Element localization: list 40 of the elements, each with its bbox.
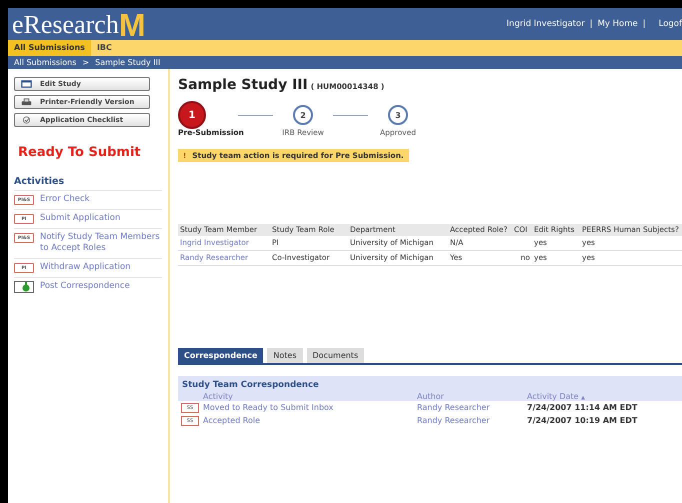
section-title: Activities <box>14 176 66 187</box>
separator: | <box>642 19 646 29</box>
panel-header: Study Team Correspondence <box>178 376 682 391</box>
column-header[interactable]: Author <box>417 392 527 400</box>
column-header[interactable]: Activity Date <box>527 392 579 400</box>
breadcrumb-separator: > <box>82 58 90 67</box>
tab[interactable]: Correspondence <box>178 348 264 363</box>
header-link[interactable]: Ingrid Investigator <box>506 19 585 29</box>
header-link[interactable]: Logof <box>658 19 682 29</box>
tab[interactable]: Documents <box>306 348 364 363</box>
study-title: Sample Study III <box>178 77 308 93</box>
tab[interactable]: Notes <box>267 348 302 363</box>
printer-icon <box>21 98 32 106</box>
logo-mark: M <box>118 10 144 40</box>
activity-link[interactable]: Error Check <box>40 194 90 205</box>
logo: eResearch <box>12 10 119 40</box>
breadcrumb-link[interactable]: Sample Study III <box>95 58 160 67</box>
activity-link[interactable]: Post Correspondence <box>40 281 130 292</box>
breadcrumb-link[interactable]: All Submissions <box>14 58 76 67</box>
separator: | <box>590 19 593 29</box>
nav-tab[interactable]: IBC <box>90 40 118 56</box>
author-link[interactable]: Randy Researcher <box>417 403 490 412</box>
activity-link[interactable]: Withdraw Application <box>40 262 131 273</box>
nav-tab[interactable]: All Submissions <box>8 40 91 56</box>
activity-link[interactable]: Submit Application <box>40 213 120 224</box>
step-circle: 1 <box>178 101 206 129</box>
post-icon <box>14 281 34 293</box>
activity-link[interactable]: Notify Study Team Members to Accept Roles <box>40 232 162 254</box>
column-header[interactable]: Activity <box>203 392 417 400</box>
table-cell: 7/24/2007 10:19 AM EDT <box>527 416 638 425</box>
step-circle: 2 <box>293 105 313 125</box>
step-circle: 3 <box>388 105 408 125</box>
status-text: Ready To Submit <box>18 145 142 160</box>
table-cell: 7/24/2007 11:14 AM EDT <box>527 403 638 412</box>
checkmark-icon <box>21 116 32 124</box>
activity-link[interactable]: Accepted Role <box>203 416 260 425</box>
activity-link[interactable]: Moved to Ready to Submit Inbox <box>203 403 334 412</box>
author-link[interactable]: Randy Researcher <box>417 416 490 425</box>
header-link[interactable]: My Home <box>598 19 638 29</box>
window-icon <box>21 80 32 88</box>
